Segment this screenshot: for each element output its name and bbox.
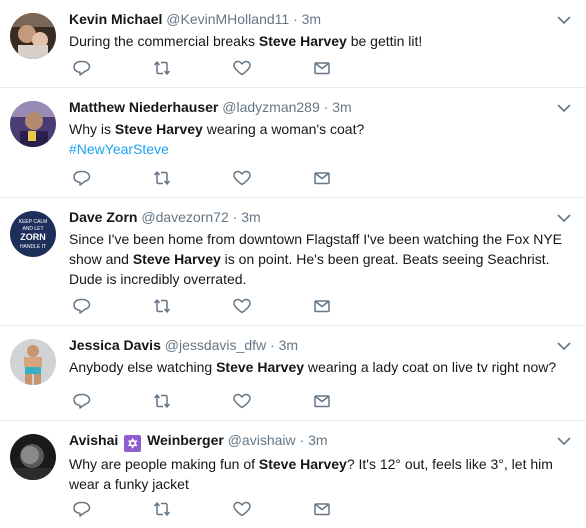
user-name[interactable]: Jessica Davis [69,337,161,353]
avatar-badge-line: ZORN [20,232,46,242]
tweet-text: Since I've been home from downtown Flags… [69,231,563,287]
tweet-actions [69,297,369,315]
reply-icon[interactable] [72,392,92,410]
user-handle[interactable]: @davezorn72 [141,209,228,225]
heart-icon[interactable] [232,59,252,77]
tweet[interactable]: KEEP CALM AND LET ZORN HANDLE IT Dave Zo… [0,198,586,326]
user-name[interactable]: Kevin Michael [69,11,162,27]
tweet-text: During the commercial breaks Steve Harve… [69,33,423,49]
avatar-image: KEEP CALM AND LET ZORN HANDLE IT [10,211,56,257]
heart-icon[interactable] [232,297,252,315]
user-handle[interactable]: @avishaiw [228,432,296,448]
tweet-feed: Kevin Michael @KevinMHolland11 · 3m Duri… [0,0,586,528]
reply-icon[interactable] [72,297,92,315]
retweet-icon[interactable] [152,59,172,77]
reply-icon[interactable] [72,59,92,77]
heart-icon[interactable] [232,500,252,518]
avatar[interactable] [10,101,56,147]
user-name[interactable]: Matthew Niederhauser [69,99,218,115]
user-handle[interactable]: @jessdavis_dfw [165,337,266,353]
timestamp[interactable]: 3m [332,99,351,115]
avatar-image [10,434,56,480]
star-of-david-icon: ✡ [124,435,142,452]
avatar-image [10,101,56,147]
avatar-image [10,13,56,59]
tweet[interactable]: Avishai ✡ Weinberger @avishaiw · 3m Why … [0,421,586,528]
heart-icon[interactable] [232,169,252,187]
avatar-image [10,339,56,385]
tweet[interactable]: Jessica Davis @jessdavis_dfw · 3m Anybod… [0,326,586,421]
timestamp[interactable]: 3m [279,337,298,353]
separator-dot: · [270,337,275,353]
avatar[interactable] [10,339,56,385]
chevron-down-icon[interactable] [556,340,572,352]
tweet[interactable]: Kevin Michael @KevinMHolland11 · 3m Duri… [0,0,586,88]
user-name[interactable]: Avishai ✡ Weinberger [69,432,224,452]
avatar[interactable] [10,13,56,59]
envelope-icon[interactable] [312,297,332,315]
retweet-icon[interactable] [152,297,172,315]
envelope-icon[interactable] [312,392,332,410]
reply-icon[interactable] [72,500,92,518]
separator-dot: · [293,11,298,27]
chevron-down-icon[interactable] [556,102,572,114]
retweet-icon[interactable] [152,169,172,187]
avatar[interactable] [10,434,56,480]
tweet-actions [69,392,369,410]
timestamp[interactable]: 3m [302,11,321,27]
envelope-icon[interactable] [312,500,332,518]
tweet-actions [69,500,369,518]
chevron-down-icon[interactable] [556,212,572,224]
avatar-badge-line: KEEP CALM [19,219,48,225]
user-handle[interactable]: @KevinMHolland11 [166,11,289,27]
retweet-icon[interactable] [152,392,172,410]
timestamp[interactable]: 3m [308,432,327,448]
tweet-header: Dave Zorn @davezorn72 · 3m [69,208,572,227]
tweet[interactable]: Matthew Niederhauser @ladyzman289 · 3m W… [0,88,586,198]
separator-dot: · [299,432,305,448]
tweet-header: Matthew Niederhauser @ladyzman289 · 3m [69,98,572,117]
timestamp[interactable]: 3m [241,209,260,225]
heart-icon[interactable] [232,392,252,410]
separator-dot: · [232,209,238,225]
tweet-header: Kevin Michael @KevinMHolland11 · 3m [69,10,572,29]
separator-dot: · [323,99,329,115]
user-handle[interactable]: @ladyzman289 [222,99,320,115]
tweet-header: Avishai ✡ Weinberger @avishaiw · 3m [69,431,572,452]
tweet-text: Why is Steve Harvey wearing a woman's co… [69,121,365,157]
reply-icon[interactable] [72,169,92,187]
hashtag-link[interactable]: #NewYearSteve [69,141,169,157]
user-name[interactable]: Dave Zorn [69,209,137,225]
tweet-actions [69,169,369,187]
tweet-text: Why are people making fun of Steve Harve… [69,456,553,492]
envelope-icon[interactable] [312,59,332,77]
envelope-icon[interactable] [312,169,332,187]
chevron-down-icon[interactable] [556,14,572,26]
avatar[interactable]: KEEP CALM AND LET ZORN HANDLE IT [10,211,56,257]
tweet-actions [69,59,369,77]
retweet-icon[interactable] [152,500,172,518]
chevron-down-icon[interactable] [556,435,572,447]
tweet-text: Anybody else watching Steve Harvey weari… [69,359,557,375]
avatar-badge-line: HANDLE IT [20,244,46,250]
tweet-header: Jessica Davis @jessdavis_dfw · 3m [69,336,572,355]
